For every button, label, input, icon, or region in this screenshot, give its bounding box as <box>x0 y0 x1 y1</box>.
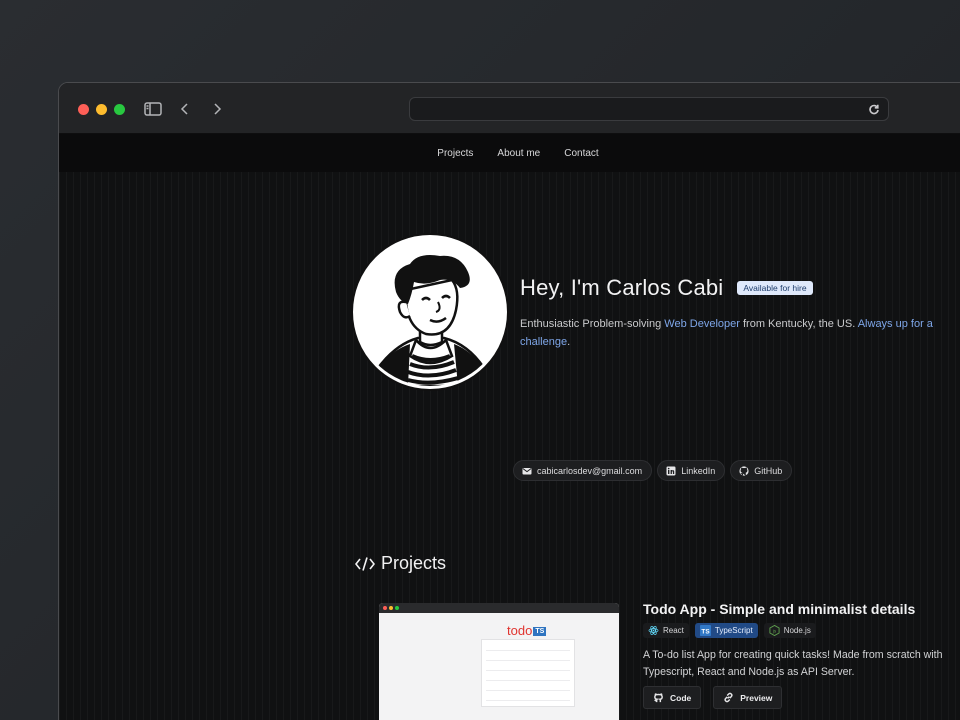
social-links: cabicarlosdev@gmail.com LinkedIn GitHub <box>513 460 793 481</box>
forward-icon[interactable] <box>207 99 227 119</box>
linkedin-label: LinkedIn <box>681 465 716 476</box>
maximize-window-button[interactable] <box>114 104 125 115</box>
tag-react-label: React <box>663 626 684 635</box>
code-button[interactable]: Code <box>643 686 702 709</box>
nav-contact-link[interactable]: Contact <box>564 148 598 159</box>
close-window-button[interactable] <box>78 104 89 115</box>
hero-text: Hey, I'm Carlos Cabi Available for hire … <box>520 275 960 351</box>
project-description: A To-do list App for creating quick task… <box>643 649 943 678</box>
bio-part-1: Enthusiastic Problem-solving <box>520 318 665 330</box>
code-icon <box>355 556 375 571</box>
github-icon <box>654 693 663 703</box>
github-link[interactable]: GitHub <box>730 460 793 481</box>
linkedin-link[interactable]: LinkedIn <box>657 460 726 481</box>
sidebar-toggle-icon[interactable] <box>143 99 163 119</box>
code-button-label: Code <box>670 692 692 703</box>
bio-text: Enthusiastic Problem-solving Web Develop… <box>520 315 955 351</box>
email-link[interactable]: cabicarlosdev@gmail.com <box>513 460 653 481</box>
mail-icon <box>522 467 532 474</box>
project-actions: Code Preview <box>643 686 960 709</box>
browser-titlebar <box>59 83 960 134</box>
thumbnail-logo-text: todo <box>507 623 533 638</box>
email-label: cabicarlosdev@gmail.com <box>537 465 643 476</box>
projects-heading: Projects <box>355 553 446 574</box>
reload-icon[interactable] <box>868 102 882 116</box>
link-icon <box>724 692 733 703</box>
nav-about-link[interactable]: About me <box>497 148 540 159</box>
thumbnail-logo-tag: TS <box>533 627 547 636</box>
page-content: Projects About me Contact Hey, I'm Carlo… <box>59 134 960 720</box>
browser-window: Projects About me Contact Hey, I'm Carlo… <box>58 82 960 720</box>
react-icon <box>648 626 659 635</box>
tech-tags: React TS TypeScript js Node.js <box>643 623 960 638</box>
project-title: Todo App - Simple and minimalist details <box>643 601 916 617</box>
thumbnail-logo: todo TS <box>507 623 547 638</box>
tag-typescript-label: TypeScript <box>714 626 753 635</box>
thumbnail-browser-bar <box>379 603 619 613</box>
preview-button-label: Preview <box>740 692 773 703</box>
preview-button[interactable]: Preview <box>713 686 783 709</box>
avatar <box>353 235 507 389</box>
github-icon <box>739 465 749 476</box>
tag-typescript: TS TypeScript <box>694 623 758 638</box>
hero-title-row: Hey, I'm Carlos Cabi Available for hire <box>520 275 960 301</box>
bio-highlight-role: Web Developer <box>664 318 740 330</box>
back-icon[interactable] <box>175 99 195 119</box>
bio-part-3: . <box>567 336 571 348</box>
address-bar[interactable] <box>409 97 889 121</box>
tag-nodejs: js Node.js <box>763 623 816 638</box>
tag-react: React <box>643 623 689 638</box>
linkedin-icon <box>666 466 676 475</box>
nav-projects-link[interactable]: Projects <box>437 148 473 159</box>
bio-part-2: from Kentucky, the US. <box>739 318 858 330</box>
svg-text:js: js <box>772 629 777 634</box>
svg-text:TS: TS <box>701 629 710 636</box>
nodejs-icon: js <box>769 625 780 636</box>
thumbnail-todo-card <box>481 639 575 707</box>
typescript-icon: TS <box>699 625 711 636</box>
project-thumbnail[interactable]: todo TS <box>379 603 619 720</box>
github-label: GitHub <box>754 465 783 476</box>
projects-title: Projects <box>381 553 447 573</box>
tag-nodejs-label: Node.js <box>783 626 811 635</box>
minimize-window-button[interactable] <box>96 104 107 115</box>
page-title: Hey, I'm Carlos Cabi <box>520 275 724 300</box>
site-navbar: Projects About me Contact <box>59 134 960 172</box>
status-badge: Available for hire <box>737 281 813 295</box>
project-details: Todo App - Simple and minimalist details… <box>643 601 960 709</box>
